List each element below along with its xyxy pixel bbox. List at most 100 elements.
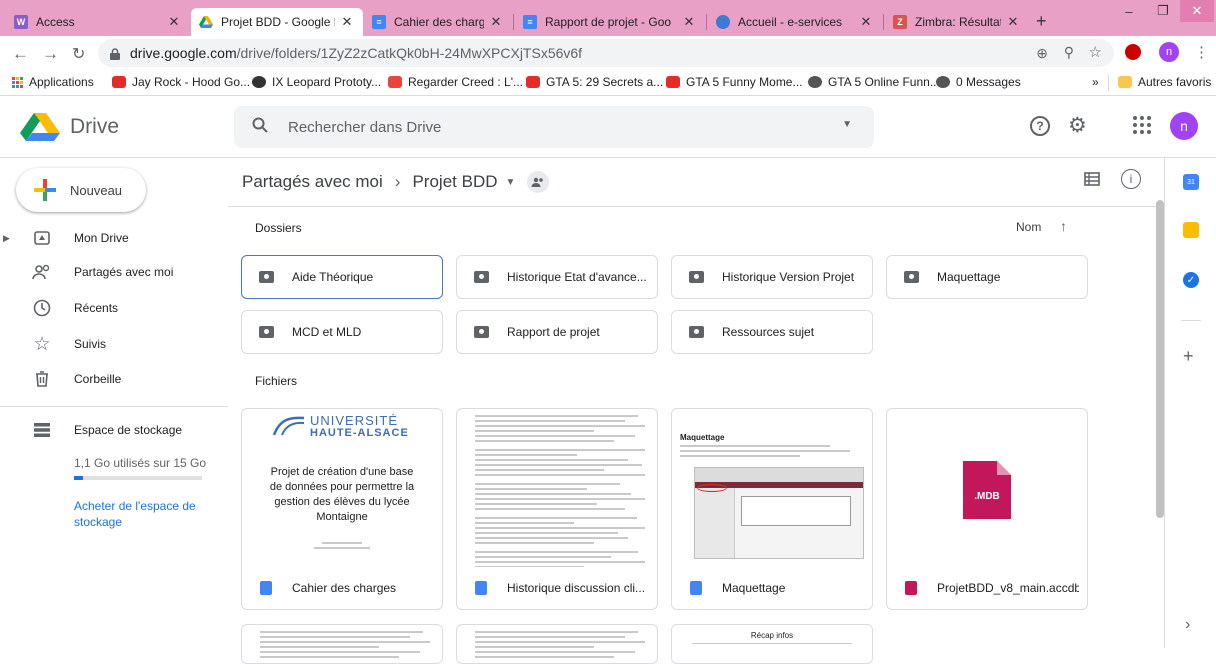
back-arrow-icon[interactable]: ← [12, 44, 29, 64]
file-card[interactable]: Historique discussion cli... [456, 408, 658, 610]
thumbnail-text-line [475, 498, 645, 500]
thumbnail-text-line [260, 651, 420, 653]
drive-logo-icon[interactable] [20, 113, 60, 146]
file-card[interactable]: UNIVERSITÉ HAUTE-ALSACE Projet de créati… [241, 408, 443, 610]
folder-item[interactable]: Historique Version Projet [671, 255, 873, 299]
list-view-icon[interactable] [1084, 172, 1100, 191]
folder-menu-arrow-icon[interactable]: ▼ [506, 177, 516, 188]
nav-recent[interactable]: Récents [0, 292, 228, 324]
search-options-icon[interactable]: ▼ [842, 119, 852, 130]
buy-storage-link[interactable]: Acheter de l'espace de stockage [74, 498, 214, 530]
google-apps-icon[interactable] [1133, 116, 1151, 134]
thumbnail-text-line [475, 454, 577, 456]
browser-tab-active[interactable]: Projet BDD - Google Dri ✕ [191, 8, 363, 36]
account-avatar[interactable]: n [1170, 112, 1198, 140]
shared-folder-icon[interactable] [527, 171, 550, 193]
address-bar[interactable]: drive.google.com/drive/folders/1ZyZ2zCat… [98, 39, 1114, 67]
opera-extension-icon[interactable] [1125, 44, 1141, 60]
nav-starred[interactable]: ☆ Suivis [0, 328, 228, 360]
bookmark-item[interactable]: GTA 5: 29 Secrets a... [526, 75, 663, 89]
thumbnail-text-lines [475, 415, 645, 567]
thumbnail-text-line [475, 503, 598, 505]
close-icon[interactable]: ✕ [166, 14, 182, 30]
browser-tab[interactable]: ≡ Rapport de projet - Goo ✕ [515, 8, 705, 36]
shared-people-icon [32, 262, 52, 282]
zoom-icon[interactable]: ⚲ [1064, 44, 1074, 61]
bookmark-applications[interactable]: Applications [12, 75, 94, 89]
bookmark-item[interactable]: 0 Messages [936, 75, 1021, 89]
shared-folder-icon [689, 326, 704, 338]
profile-avatar[interactable]: n [1159, 42, 1179, 62]
search-icon[interactable] [252, 117, 268, 137]
bookmarks-overflow-button[interactable]: » [1092, 75, 1099, 89]
bookmark-star-icon[interactable]: ☆ [1089, 43, 1102, 61]
close-icon[interactable]: ✕ [488, 14, 504, 30]
file-card[interactable] [456, 624, 658, 664]
folder-item[interactable]: Maquettage [886, 255, 1088, 299]
close-icon[interactable]: ✕ [681, 14, 697, 30]
nav-trash[interactable]: Corbeille [0, 363, 228, 395]
chevron-right-icon[interactable]: › [1185, 616, 1190, 634]
nav-storage[interactable]: Espace de stockage [0, 414, 228, 446]
folder-item[interactable]: Historique Etat d'avance... [456, 255, 658, 299]
folder-item[interactable]: MCD et MLD [241, 310, 443, 354]
google-docs-icon [475, 581, 487, 595]
folder-item[interactable]: Ressources sujet [671, 310, 873, 354]
install-icon[interactable]: ⊕ [1036, 45, 1048, 62]
thumbnail-text-line [475, 459, 628, 461]
bookmark-item[interactable]: Jay Rock - Hood Go... [112, 75, 250, 89]
shared-folder-icon [474, 326, 489, 338]
folder-item[interactable]: Rapport de projet [456, 310, 658, 354]
reload-icon[interactable]: ↻ [72, 44, 85, 64]
help-icon[interactable]: ? [1030, 116, 1050, 136]
thumbnail-text-line [475, 420, 625, 422]
bookmark-item[interactable]: GTA 5 Funny Mome... [666, 75, 802, 89]
window-close-icon[interactable]: ✕ [1180, 0, 1214, 22]
other-bookmarks[interactable]: Autres favoris [1118, 75, 1211, 89]
info-icon[interactable]: i [1121, 169, 1141, 189]
settings-gear-icon[interactable]: ⚙ [1068, 113, 1087, 138]
expand-arrow-icon[interactable]: ▶ [3, 233, 10, 244]
file-card[interactable] [241, 624, 443, 664]
bookmark-item[interactable]: IX Leopard Prototy... [252, 75, 381, 89]
youtube-icon [666, 76, 680, 88]
youtube-icon [526, 76, 540, 88]
new-tab-button[interactable]: + [1036, 11, 1047, 32]
browser-tab[interactable]: Accueil - e-services ✕ [708, 8, 882, 36]
calendar-icon[interactable]: 31 [1183, 174, 1199, 190]
file-card[interactable]: Récap infos [671, 624, 873, 664]
close-icon[interactable]: ✕ [858, 14, 874, 30]
file-card[interactable]: .MDB ProjetBDD_v8_main.accdb [886, 408, 1088, 610]
bookmark-item[interactable]: GTA 5 Online Funn... [808, 75, 940, 89]
minimize-icon[interactable]: – [1112, 0, 1146, 22]
file-name: Maquettage [722, 581, 786, 595]
browser-menu-icon[interactable]: ⋮ [1194, 43, 1209, 61]
keep-icon[interactable] [1183, 222, 1199, 238]
breadcrumb-current[interactable]: Projet BDD [412, 172, 497, 192]
breadcrumb-parent[interactable]: Partagés avec moi [242, 172, 383, 192]
nav-my-drive[interactable]: ▶ Mon Drive [0, 222, 228, 254]
e-services-icon [716, 15, 730, 29]
add-addon-icon[interactable]: + [1183, 346, 1194, 367]
trash-icon [32, 369, 52, 389]
thumbnail-text-line [475, 474, 645, 476]
nav-divider [0, 406, 228, 407]
browser-tab[interactable]: Z Zimbra: Résultats de rec ✕ [885, 8, 1029, 36]
tasks-icon[interactable]: ✓ [1183, 272, 1199, 288]
close-icon[interactable]: ✕ [339, 14, 355, 30]
restore-icon[interactable]: ❐ [1146, 0, 1180, 22]
sort-by-name[interactable]: Nom [1016, 220, 1041, 234]
browser-tab[interactable]: W Access ✕ [6, 8, 190, 36]
tab-title: Projet BDD - Google Dri [221, 15, 335, 29]
folder-item[interactable]: Aide Théorique [241, 255, 443, 299]
main-scrollbar[interactable] [1156, 200, 1164, 518]
bookmark-item[interactable]: Regarder Creed : L'... [388, 75, 523, 89]
browser-tab[interactable]: ≡ Cahier des charges - Go ✕ [364, 8, 512, 36]
file-card[interactable]: Maquettage Maquettage [671, 408, 873, 610]
forward-arrow-icon[interactable]: → [42, 44, 59, 64]
close-icon[interactable]: ✕ [1005, 14, 1021, 30]
new-button[interactable]: Nouveau [16, 168, 146, 212]
nav-shared-with-me[interactable]: Partagés avec moi [0, 256, 228, 288]
search-bar[interactable]: Rechercher dans Drive ▼ [234, 106, 874, 148]
sort-direction-icon[interactable]: ↑ [1060, 218, 1067, 234]
